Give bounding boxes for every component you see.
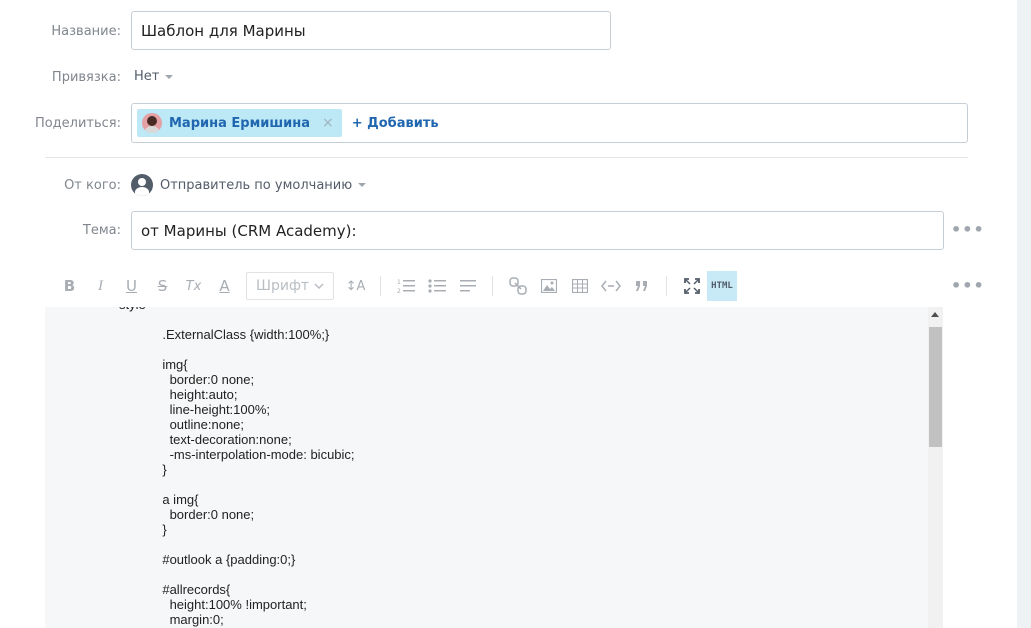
svg-text:1: 1 bbox=[397, 279, 401, 286]
editor-toolbar: B I U S Tx A Шрифт ↕A 1 2 HTML bbox=[54, 270, 737, 302]
add-share-button[interactable]: + Добавить bbox=[352, 116, 439, 131]
image-icon bbox=[540, 279, 557, 293]
code-icon bbox=[600, 280, 621, 292]
subject-input[interactable]: от Марины (CRM Academy): bbox=[131, 211, 944, 250]
subject-label: Тема: bbox=[82, 223, 121, 238]
quote-icon bbox=[635, 281, 647, 291]
link-button[interactable] bbox=[502, 271, 533, 301]
binding-value: Нет bbox=[134, 69, 160, 84]
html-editor[interactable]: style .ExternalClass {width:100%;} img{ … bbox=[45, 307, 929, 628]
scroll-up-icon[interactable] bbox=[931, 312, 939, 317]
table-icon bbox=[571, 279, 588, 293]
share-label: Поделиться: bbox=[34, 116, 121, 131]
align-left-icon bbox=[459, 280, 476, 292]
bullet-list-icon bbox=[427, 279, 446, 293]
numbered-list-button[interactable]: 1 2 bbox=[390, 271, 421, 301]
editor-scrollbar[interactable] bbox=[928, 307, 943, 628]
from-value: Отправитель по умолчанию bbox=[160, 177, 353, 193]
toolbar-separator bbox=[380, 276, 381, 296]
avatar bbox=[142, 113, 162, 133]
link-icon bbox=[508, 277, 527, 295]
font-select[interactable]: Шрифт bbox=[246, 272, 334, 300]
italic-button[interactable]: I bbox=[85, 271, 116, 301]
from-label: От кого: bbox=[64, 178, 121, 193]
toolbar-separator bbox=[492, 276, 493, 296]
name-input[interactable]: Шаблон для Марины bbox=[131, 11, 611, 50]
font-select-value: Шрифт bbox=[256, 278, 310, 294]
html-mode-button[interactable]: HTML bbox=[707, 271, 737, 301]
chevron-down-icon bbox=[165, 74, 174, 79]
bold-button[interactable]: B bbox=[54, 271, 85, 301]
font-color-button[interactable]: A bbox=[209, 271, 240, 301]
divider bbox=[45, 157, 968, 158]
share-user-name: Марина Ермишина bbox=[169, 115, 310, 131]
underline-button[interactable]: U bbox=[116, 271, 147, 301]
toolbar-more-icon[interactable]: ••• bbox=[951, 276, 985, 295]
code-button[interactable] bbox=[595, 271, 626, 301]
binding-dropdown[interactable]: Нет bbox=[134, 69, 174, 84]
align-button[interactable] bbox=[452, 271, 483, 301]
share-user-chip[interactable]: Марина Ермишина × bbox=[137, 109, 342, 137]
strikethrough-button[interactable]: S bbox=[147, 271, 178, 301]
page-edge bbox=[1017, 0, 1031, 628]
close-icon[interactable]: × bbox=[322, 115, 334, 131]
subject-input-value: от Марины (CRM Academy): bbox=[141, 221, 357, 240]
svg-text:2: 2 bbox=[397, 288, 401, 294]
html-code: style .ExternalClass {width:100%;} img{ … bbox=[119, 307, 355, 627]
name-label: Название: bbox=[51, 24, 121, 39]
numbered-list-icon: 1 2 bbox=[397, 279, 415, 294]
binding-label: Привязка: bbox=[51, 70, 121, 85]
share-field[interactable]: Марина Ермишина × + Добавить bbox=[131, 103, 968, 143]
image-button[interactable] bbox=[533, 271, 564, 301]
toolbar-separator bbox=[666, 276, 667, 296]
chevron-down-icon bbox=[358, 183, 367, 187]
fullscreen-button[interactable] bbox=[676, 271, 707, 301]
clear-format-button[interactable]: Tx bbox=[178, 271, 209, 301]
bullet-list-button[interactable] bbox=[421, 271, 452, 301]
user-icon bbox=[131, 174, 153, 196]
font-size-button[interactable]: ↕A bbox=[340, 271, 371, 301]
chevron-down-icon bbox=[314, 283, 324, 289]
fullscreen-icon bbox=[683, 278, 700, 294]
from-dropdown[interactable]: Отправитель по умолчанию bbox=[131, 174, 367, 196]
table-button[interactable] bbox=[564, 271, 595, 301]
name-input-value: Шаблон для Марины bbox=[141, 21, 306, 40]
quote-button[interactable] bbox=[626, 271, 657, 301]
subject-more-icon[interactable]: ••• bbox=[951, 220, 985, 239]
scrollbar-thumb[interactable] bbox=[929, 327, 942, 447]
